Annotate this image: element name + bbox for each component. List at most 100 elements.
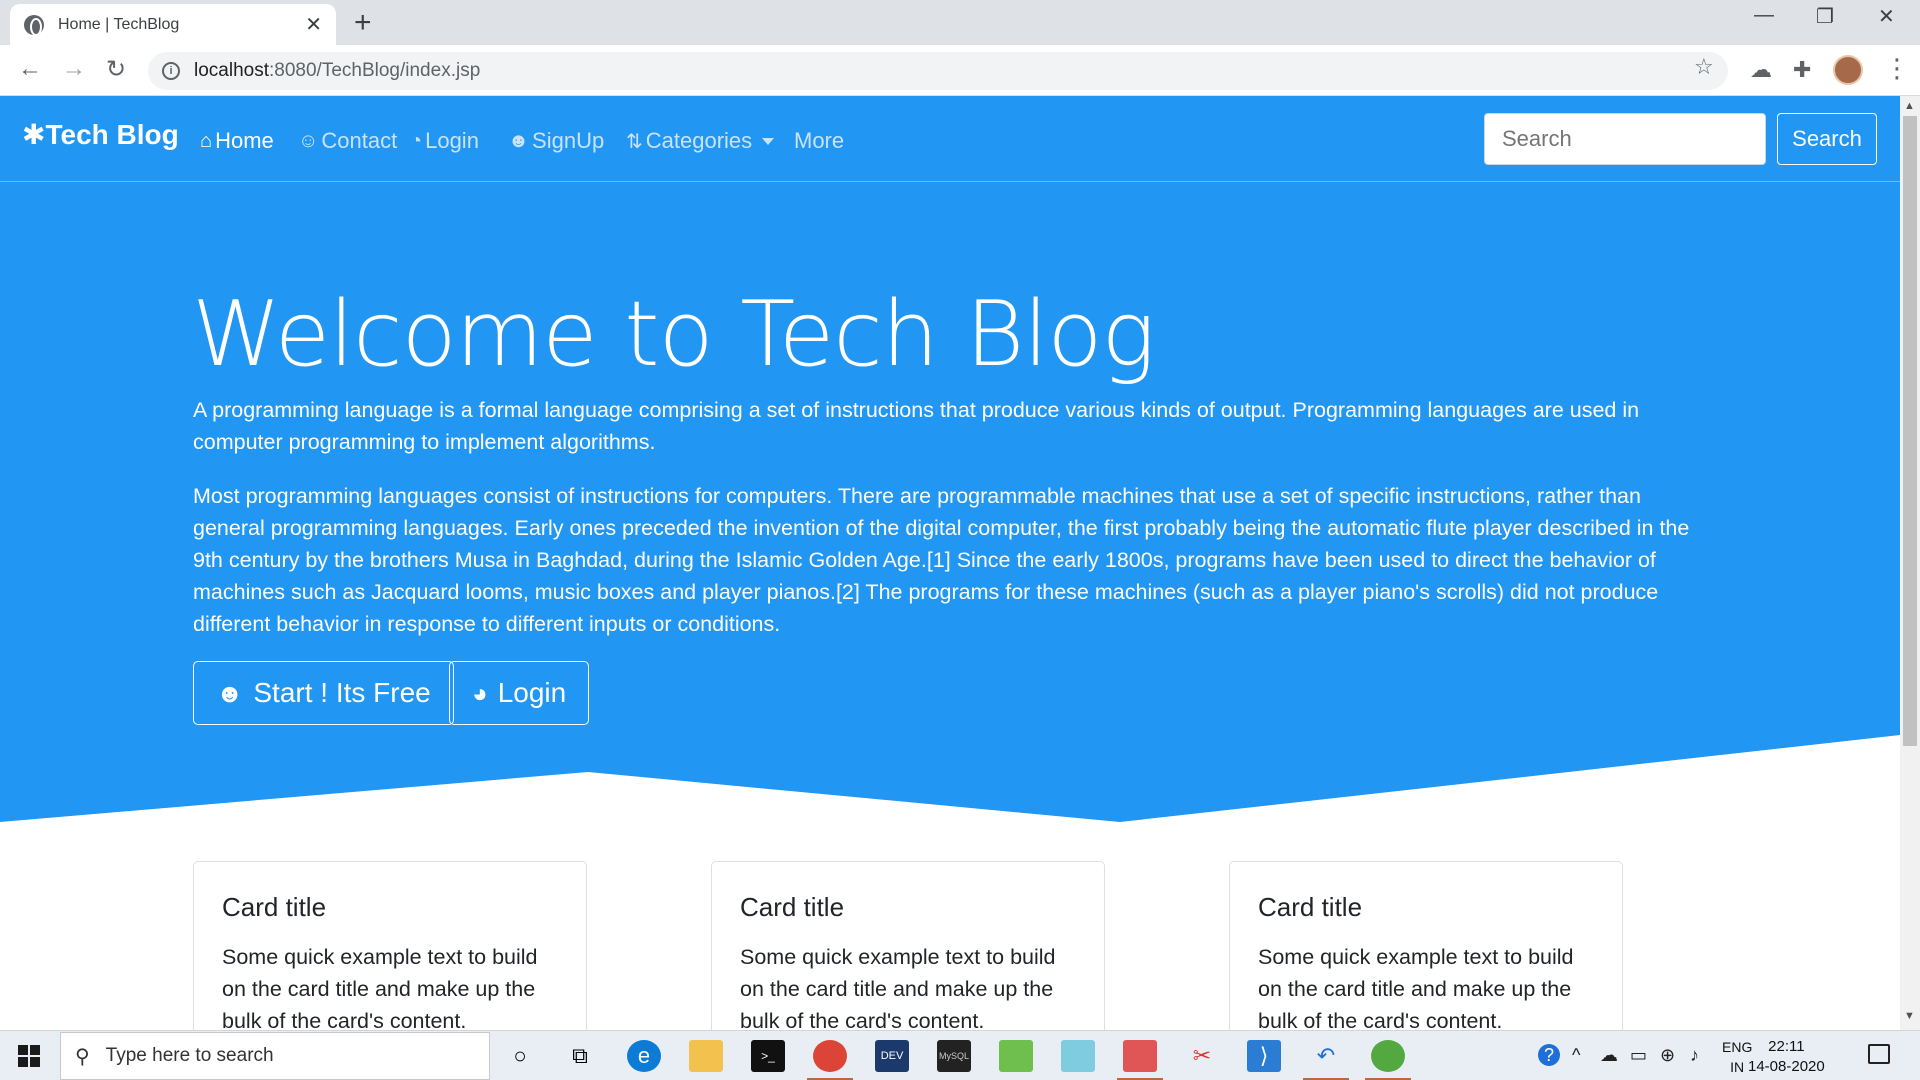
cortana-icon[interactable]: ○ (503, 1040, 537, 1072)
card-text: Some quick example text to build on the … (222, 945, 538, 1030)
nav-more-label: More (794, 128, 845, 153)
paint-app-icon[interactable] (1117, 1040, 1163, 1080)
system-clock[interactable]: 22:11 14-08-2020 (1748, 1037, 1825, 1077)
taskbar-search-placeholder: Type here to search (105, 1045, 274, 1066)
start-free-button[interactable]: ☻ Start ! Its Free (193, 661, 454, 725)
nav-signup-label: SignUp (532, 128, 605, 153)
nav-contact[interactable]: ☺ Contact (298, 128, 397, 154)
nav-login[interactable]: ◔ Login (410, 128, 479, 154)
home-icon: ⌂ (200, 129, 213, 152)
card-title: Card title (740, 892, 845, 922)
notification-icon[interactable] (1868, 1044, 1890, 1064)
address-bar[interactable]: i localhost:8080/TechBlog/index.jsp (148, 52, 1728, 90)
hero-login-label: Login (497, 677, 567, 708)
nav-home[interactable]: ⌂ Home (200, 128, 274, 154)
new-tab-button[interactable]: + (354, 6, 372, 40)
cloud-icon[interactable]: ☁ (1600, 1045, 1618, 1066)
nav-categories-label: Categories (645, 128, 753, 153)
bookmark-star-icon[interactable]: ☆ (1694, 54, 1714, 80)
nav-login-label: Login (425, 128, 479, 153)
tab-close-button[interactable]: ✕ (305, 12, 322, 37)
vscode-icon[interactable]: ⟩ (1247, 1040, 1281, 1072)
card-text: Some quick example text to build on the … (740, 945, 1056, 1030)
brand-text: Tech Blog (45, 119, 179, 150)
url-path: :8080/TechBlog/index.jsp (269, 60, 481, 81)
extension-cloud-icon[interactable]: ☁ (1750, 57, 1772, 83)
sort-icon: ⇅ (626, 130, 643, 153)
browser-toolbar: ← → ↻ i localhost:8080/TechBlog/index.js… (0, 45, 1920, 96)
scroll-down-arrow-icon[interactable]: ▼ (1904, 1010, 1915, 1022)
clock-time: 22:11 (1768, 1038, 1805, 1055)
url-host: localhost (194, 60, 269, 81)
brand-logo[interactable]: ✱Tech Blog (22, 118, 179, 151)
mysql-icon[interactable]: MySQL (937, 1040, 971, 1072)
search-icon: ⚲ (75, 1045, 90, 1068)
extensions-puzzle-icon[interactable]: ✚ (1793, 57, 1811, 83)
volume-icon[interactable]: ♪ (1690, 1045, 1699, 1066)
help-icon[interactable]: ? (1538, 1044, 1560, 1066)
edge-browser-icon[interactable]: e (627, 1040, 661, 1072)
site-navbar: ✱Tech Blog ⌂ Home ☺ Contact ◔ Login ☻ SignUp… (0, 96, 1900, 182)
battery-icon[interactable]: ▭ (1630, 1045, 1647, 1066)
dev-cpp-icon[interactable]: DEV (875, 1040, 909, 1072)
browser-tab-strip: Home | TechBlog ✕ + — ❐ ✕ (0, 0, 1920, 45)
forward-arrow-icon[interactable]: → (62, 55, 86, 83)
card-title: Card title (222, 892, 327, 922)
terminal-icon[interactable]: >_ (751, 1040, 785, 1072)
notes-app-icon[interactable] (1061, 1040, 1095, 1072)
windows-taskbar: ⚲ Type here to search ○ ⧉ e >_ DEV MySQL… (0, 1030, 1920, 1080)
url-text: localhost:8080/TechBlog/index.jsp (194, 60, 480, 82)
card: Card title Some quick example text to bu… (1229, 861, 1623, 1030)
task-view-icon[interactable]: ⧉ (563, 1040, 597, 1072)
hero-title: Welcome to Tech Blog (192, 282, 1155, 387)
signup-icon: ☻ (508, 129, 530, 152)
login-icon: ◕ (472, 677, 488, 708)
nav-contact-label: Contact (321, 128, 398, 153)
snipping-tool-icon[interactable]: ✂ (1185, 1040, 1219, 1072)
search-input[interactable] (1484, 113, 1766, 165)
start-free-label: Start ! Its Free (253, 677, 431, 708)
hero-paragraph-1: A programming language is a formal langu… (193, 398, 1640, 454)
chevron-down-icon (762, 137, 775, 145)
globe-icon (24, 14, 44, 36)
chevron-up-icon[interactable]: ^ (1572, 1045, 1580, 1066)
image-editor-icon[interactable] (999, 1040, 1033, 1072)
card-title: Card title (1258, 892, 1363, 922)
site-info-icon[interactable]: i (162, 62, 180, 80)
nav-home-label: Home (215, 128, 274, 153)
jumbotron: Welcome to Tech Blog A programming langu… (0, 182, 1900, 822)
reload-icon[interactable]: ↻ (106, 55, 126, 84)
back-arrow-icon[interactable]: ← (18, 55, 42, 83)
windows-start-icon[interactable] (18, 1045, 40, 1067)
scrollbar-thumb[interactable] (1903, 116, 1917, 746)
scroll-up-arrow-icon[interactable]: ▲ (1904, 100, 1915, 112)
web-page: ✱Tech Blog ⌂ Home ☺ Contact ◔ Login ☻ SignUp… (0, 96, 1900, 1030)
page-scrollbar[interactable]: ▲ ▼ (1900, 96, 1920, 1030)
profile-avatar[interactable] (1833, 55, 1863, 85)
netbeans-icon[interactable]: ↶ (1303, 1040, 1349, 1080)
card: Card title Some quick example text to bu… (193, 861, 587, 1030)
hero-login-button[interactable]: ◕ Login (449, 661, 590, 725)
network-icon[interactable]: ⊕ (1660, 1045, 1675, 1066)
window-restore-button[interactable]: ❐ (1816, 4, 1834, 29)
login-icon: ◔ (410, 129, 423, 152)
window-close-button[interactable]: ✕ (1878, 4, 1895, 29)
nav-more[interactable]: More (794, 128, 844, 154)
taskbar-search-box[interactable]: ⚲ Type here to search (60, 1032, 490, 1080)
nav-signup[interactable]: ☻ SignUp (508, 128, 604, 154)
nav-categories-dropdown[interactable]: ⇅ Categories (626, 128, 775, 154)
user-plus-icon: ☻ (216, 677, 244, 708)
card: Card title Some quick example text to bu… (711, 861, 1105, 1030)
window-minimize-button[interactable]: — (1754, 4, 1774, 27)
browser-menu-icon[interactable]: ⋮ (1884, 53, 1910, 84)
chrome-browser-icon[interactable] (807, 1040, 853, 1080)
contact-icon: ☺ (298, 129, 319, 152)
browser-tab[interactable]: Home | TechBlog ✕ (10, 4, 336, 45)
clock-date: 14-08-2020 (1748, 1058, 1825, 1075)
card-text: Some quick example text to build on the … (1258, 945, 1574, 1030)
android-studio-icon[interactable] (1365, 1040, 1411, 1080)
search-button[interactable]: Search (1777, 113, 1877, 165)
hero-paragraph-2: Most programming languages consist of in… (193, 484, 1690, 636)
tab-title: Home | TechBlog (58, 15, 180, 33)
file-explorer-icon[interactable] (689, 1040, 723, 1072)
